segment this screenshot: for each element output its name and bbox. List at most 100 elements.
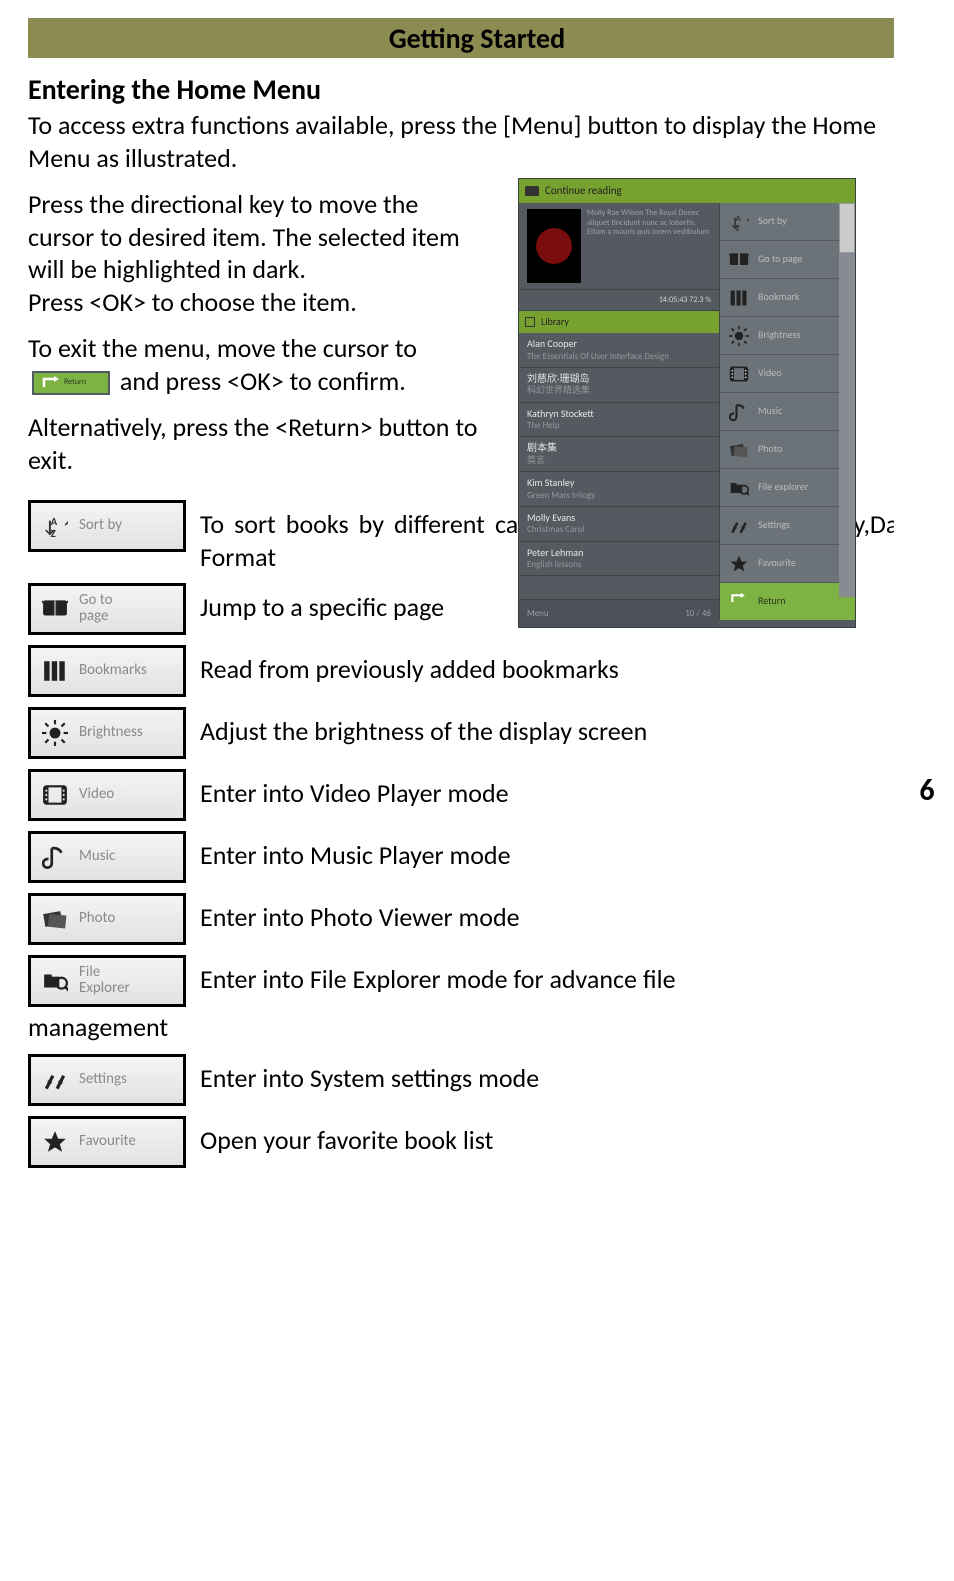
go-to-page-icon xyxy=(728,249,750,271)
menu-button-label: Settings xyxy=(79,1072,127,1088)
dev-cr-label: Continue reading xyxy=(545,184,622,198)
header-bar: Getting Started xyxy=(28,18,926,58)
list-item[interactable]: Kathryn StockettThe Help xyxy=(519,403,719,438)
menu-photo-button[interactable]: Photo xyxy=(28,893,186,945)
row-title: Molly Evans xyxy=(527,512,711,525)
video-icon xyxy=(41,781,69,809)
bookmarks-icon xyxy=(41,657,69,685)
row-subtitle: The Help xyxy=(527,420,711,431)
sidebar-item-photo[interactable]: Photo xyxy=(720,431,855,469)
list-item[interactable]: 刘慈欣·珊瑚岛科幻世界精选集 xyxy=(519,368,719,403)
dev-cover-footer: 14:05:43 72.3 % xyxy=(519,290,719,311)
book-cover-text: Molly Rae Wilson The Royal Donec aliquet… xyxy=(587,209,711,283)
para1: Press the directional key to move the cu… xyxy=(28,188,460,285)
list-item[interactable]: 剧本集莫言 xyxy=(519,437,719,472)
sidebar-item-label: Return xyxy=(758,595,786,608)
menu-button-label: Go topage xyxy=(79,593,113,625)
row-title: Kim Stanley xyxy=(527,477,711,490)
menu-go-to-page-button[interactable]: Go topage xyxy=(28,583,186,635)
menu-button-label: Sort by xyxy=(79,518,122,534)
sidebar-item-file-explorer[interactable]: File explorer xyxy=(720,469,855,507)
return-button[interactable]: Return xyxy=(32,371,110,395)
sidebar-item-label: Sort by xyxy=(758,215,787,228)
sidebar-item-label: Photo xyxy=(758,443,782,456)
sidebar-item-label: Video xyxy=(758,367,781,380)
menu-brightness-desc: Adjust the brightness of the display scr… xyxy=(200,707,926,748)
para2-pre: To exit the menu, move the cursor to xyxy=(28,332,417,364)
sidebar-item-music[interactable]: Music xyxy=(720,393,855,431)
sidebar-item-favourite[interactable]: Favourite xyxy=(720,545,855,583)
menu-music-desc: Enter into Music Player mode xyxy=(200,831,926,872)
sidebar-item-sort-by[interactable]: Sort by xyxy=(720,203,855,241)
header-title: Getting Started xyxy=(389,21,565,56)
return-label: Return xyxy=(64,377,86,387)
dev-footer: Menu 10 / 46 xyxy=(519,599,719,627)
favourite-icon xyxy=(728,553,750,575)
menu-settings-button[interactable]: Settings xyxy=(28,1054,186,1106)
dev-library-header[interactable]: Library xyxy=(519,311,719,333)
music-icon xyxy=(728,401,750,423)
brightness-icon xyxy=(728,325,750,347)
dev-cover-row[interactable]: Molly Rae Wilson The Royal Donec aliquet… xyxy=(519,203,719,290)
sidebar-item-return[interactable]: Return xyxy=(720,583,855,621)
row-title: Peter Lehman xyxy=(527,547,711,560)
menu-music-button[interactable]: Music xyxy=(28,831,186,883)
menu-bookmarks-desc: Read from previously added bookmarks xyxy=(200,645,926,686)
sidebar-item-video[interactable]: Video xyxy=(720,355,855,393)
bookmark-icon xyxy=(728,287,750,309)
return-icon xyxy=(728,591,750,613)
row-subtitle: The Essentials Of User Interface Design xyxy=(527,351,711,362)
row-subtitle: 科幻世界精选集 xyxy=(527,385,711,396)
dev-list: Alan CooperThe Essentials Of User Interf… xyxy=(519,333,719,576)
para3: Alternatively, press the <Return> button… xyxy=(28,411,488,476)
menu-button-label: Brightness xyxy=(79,725,143,741)
menu-button-label: Video xyxy=(79,787,114,803)
dev-scroll-thumb[interactable] xyxy=(839,203,855,253)
menu-favourite-desc: Open your favorite book list xyxy=(200,1116,926,1157)
dev-sidebar: Sort by Go to page Bookmark Brightness Video… xyxy=(719,203,855,621)
menu-button-label: Music xyxy=(79,849,115,865)
menu-file-explorer-button[interactable]: FileExplorer xyxy=(28,955,186,1007)
row-title: 剧本集 xyxy=(527,442,711,455)
favourite-icon xyxy=(41,1128,69,1156)
menu-video-button[interactable]: Video xyxy=(28,769,186,821)
menu-button-label: Photo xyxy=(79,911,115,927)
menu-settings-desc: Enter into System settings mode xyxy=(200,1054,926,1095)
menu-video-desc: Enter into Video Player mode xyxy=(200,769,926,810)
list-item[interactable]: Peter LehmanEnglish lessons xyxy=(519,542,719,577)
row-subtitle: Green Mars trilogy xyxy=(527,490,711,501)
dev-continue-reading: Continue reading xyxy=(519,179,855,203)
menu-sort-by-button[interactable]: Sort by xyxy=(28,500,186,552)
sidebar-item-label: Bookmark xyxy=(758,291,799,304)
list-item[interactable]: Kim StanleyGreen Mars trilogy xyxy=(519,472,719,507)
settings-icon xyxy=(728,515,750,537)
device-screenshot: Continue reading Molly Rae Wilson The Ro… xyxy=(518,178,856,628)
row-subtitle: 莫言 xyxy=(527,455,711,466)
go-to-page-icon xyxy=(41,595,69,623)
sidebar-item-brightness[interactable]: Brightness xyxy=(720,317,855,355)
book-cover xyxy=(527,209,581,283)
file-explorer-icon xyxy=(728,477,750,499)
menu-file-explorer-desc: Enter into File Explorer mode for advanc… xyxy=(200,955,926,996)
list-item[interactable]: Alan CooperThe Essentials Of User Interf… xyxy=(519,333,719,368)
library-icon xyxy=(525,317,535,327)
sort-by-icon xyxy=(41,512,69,540)
video-icon xyxy=(728,363,750,385)
menu-bookmarks-button[interactable]: Bookmarks xyxy=(28,645,186,697)
dev-library-label: Library xyxy=(541,316,569,329)
list-item[interactable]: Molly EvansChristmas Carol xyxy=(519,507,719,542)
brightness-icon xyxy=(41,719,69,747)
sidebar-item-settings[interactable]: Settings xyxy=(720,507,855,545)
intro-text: To access extra functions available, pre… xyxy=(28,109,926,174)
sidebar-item-label: Favourite xyxy=(758,557,796,570)
dev-footer-right: 10 / 46 xyxy=(685,608,711,619)
row-subtitle: English lessons xyxy=(527,559,711,570)
sidebar-item-go-to-page[interactable]: Go to page xyxy=(720,241,855,279)
book-icon xyxy=(525,186,539,196)
menu-favourite-button[interactable]: Favourite xyxy=(28,1116,186,1168)
sidebar-item-bookmark[interactable]: Bookmark xyxy=(720,279,855,317)
menu-button-label: Bookmarks xyxy=(79,663,147,679)
menu-button-label: Favourite xyxy=(79,1134,136,1150)
menu-brightness-button[interactable]: Brightness xyxy=(28,707,186,759)
dev-scrollbar[interactable] xyxy=(839,203,855,597)
